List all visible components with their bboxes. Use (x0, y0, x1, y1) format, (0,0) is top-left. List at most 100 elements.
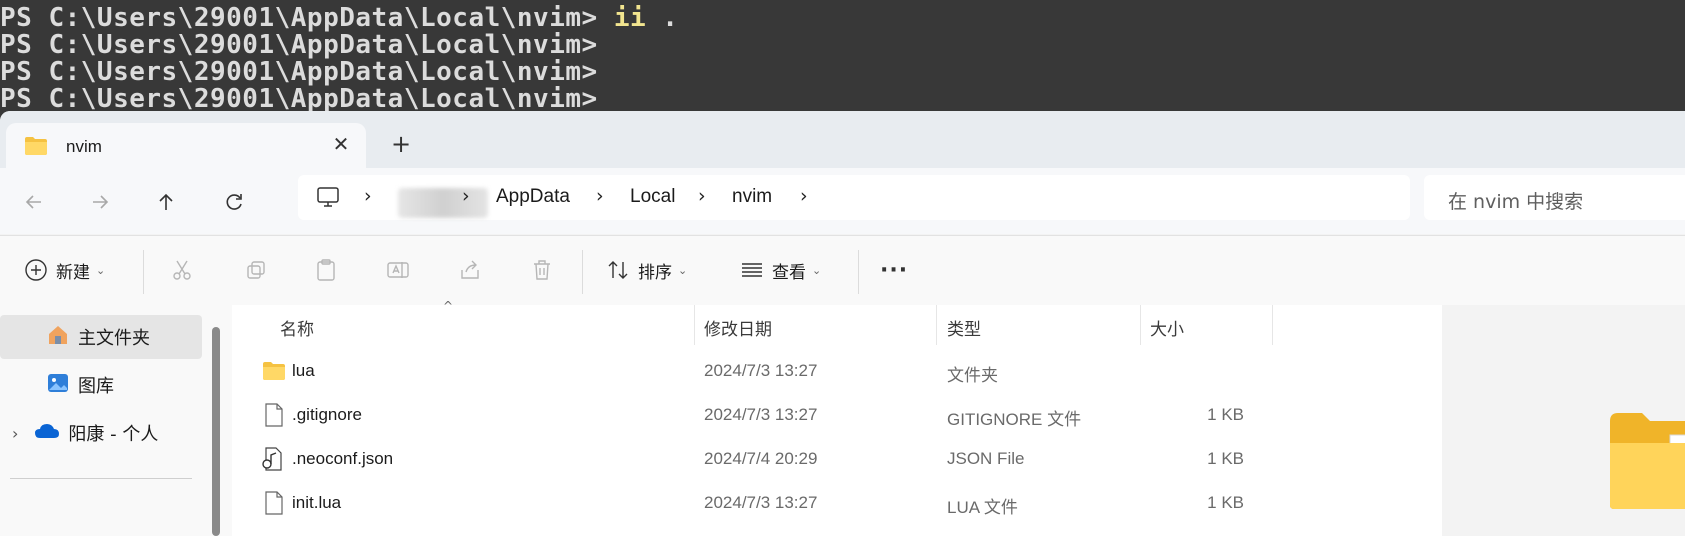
address-bar[interactable]: › › AppData › Local › nvim › (298, 175, 1410, 220)
trash-icon (534, 260, 550, 280)
file-size: 1 KB (1207, 493, 1244, 512)
main-area: 主文件夹 图库 › 阳康 - 个人 ^ 名称 修改日期 类型 大小 lua 20… (0, 299, 1685, 536)
breadcrumb-separator[interactable]: › (800, 185, 808, 207)
divider (858, 250, 859, 294)
home-icon (46, 323, 70, 351)
forward-button[interactable] (80, 182, 120, 222)
sort-button[interactable]: 排序 ⌄ (606, 250, 687, 290)
breadcrumb-separator[interactable]: › (596, 185, 604, 207)
column-header-row: ^ 名称 修改日期 类型 大小 (232, 299, 1442, 345)
new-tab-button[interactable]: + (388, 131, 414, 157)
chevron-down-icon: ⌄ (812, 263, 822, 277)
column-divider[interactable] (1140, 305, 1141, 345)
table-row[interactable]: lua 2024/7/3 13:27 文件夹 (232, 349, 1442, 393)
paste-button[interactable] (314, 250, 338, 290)
back-button[interactable] (14, 182, 54, 222)
chevron-down-icon: ⌄ (96, 263, 106, 277)
breadcrumb-appdata[interactable]: AppData (496, 186, 570, 208)
sort-ascending-icon: ^ (443, 299, 454, 313)
file-explorer-window: nvim ✕ + › › AppData › Local › nvim › 在 … (0, 111, 1685, 536)
column-header-size[interactable]: 大小 (1150, 315, 1184, 340)
breadcrumb-user-blurred[interactable] (398, 188, 488, 218)
file-type: GITIGNORE 文件 (947, 410, 1082, 429)
breadcrumb-separator[interactable]: › (698, 185, 706, 207)
column-header-modified[interactable]: 修改日期 (704, 315, 772, 340)
terminal-command: ii (597, 3, 647, 33)
cut-button[interactable] (170, 250, 194, 290)
divider (143, 250, 144, 294)
gallery-icon (46, 371, 70, 399)
sidebar-item-label: 图库 (78, 376, 114, 397)
search-input[interactable]: 在 nvim 中搜索 (1448, 187, 1583, 214)
sidebar-scrollbar[interactable] (212, 327, 220, 536)
up-button[interactable] (146, 182, 186, 222)
new-button[interactable]: 新建 ⌄ (24, 250, 105, 290)
column-header-type[interactable]: 类型 (947, 315, 981, 340)
more-options-button[interactable]: ··· (880, 250, 908, 290)
delete-button[interactable] (530, 250, 554, 290)
file-list: ^ 名称 修改日期 类型 大小 lua 2024/7/3 13:27 文件夹 .… (232, 299, 1442, 536)
file-size: 1 KB (1207, 405, 1244, 424)
share-button[interactable] (458, 250, 482, 290)
table-row[interactable]: .neoconf.json 2024/7/4 20:29 JSON File 1… (232, 437, 1442, 481)
breadcrumb-separator[interactable]: › (364, 185, 372, 207)
file-icon (264, 491, 284, 519)
folder-preview-icon (1608, 409, 1685, 513)
terminal-prompt: PS C:\Users\29001\AppData\Local\nvim> (0, 84, 598, 114)
table-row[interactable]: init.lua 2024/7/3 13:27 LUA 文件 1 KB (232, 481, 1442, 525)
sidebar-item-onedrive[interactable]: › 阳康 - 个人 (0, 411, 202, 455)
folder-icon (262, 361, 286, 385)
terminal-line: PS C:\Users\29001\AppData\Local\nvim> (0, 58, 598, 86)
file-name: init.lua (292, 493, 342, 512)
close-tab-icon[interactable]: ✕ (328, 131, 354, 157)
tab-title: nvim (66, 137, 102, 156)
file-name: .neoconf.json (292, 449, 394, 468)
folder-icon (24, 136, 48, 160)
search-box[interactable]: 在 nvim 中搜索 (1424, 175, 1685, 220)
table-row[interactable]: .gitignore 2024/7/3 13:27 GITIGNORE 文件 1… (232, 393, 1442, 437)
sort-icon (608, 261, 628, 279)
terminal-line: PS C:\Users\29001\AppData\Local\nvim> (0, 85, 598, 113)
sidebar-item-label: 阳康 - 个人 (68, 424, 159, 445)
column-divider[interactable] (694, 305, 695, 345)
file-type: JSON File (947, 449, 1025, 468)
navigation-pane: 主文件夹 图库 › 阳康 - 个人 (0, 305, 232, 536)
breadcrumb-nvim[interactable]: nvim (732, 186, 772, 208)
sidebar-item-home[interactable]: 主文件夹 (0, 315, 202, 359)
copy-icon (247, 261, 265, 279)
terminal-line: PS C:\Users\29001\AppData\Local\nvim> ii… (0, 4, 678, 32)
divider (582, 250, 583, 294)
terminal-line: PS C:\Users\29001\AppData\Local\nvim> (0, 31, 598, 59)
view-button[interactable]: 查看 ⌄ (740, 250, 821, 290)
rename-button[interactable] (386, 250, 410, 290)
chevron-right-icon[interactable]: › (12, 424, 18, 443)
breadcrumb-separator[interactable]: › (462, 185, 470, 207)
file-name: lua (292, 361, 315, 380)
column-header-name[interactable]: 名称 (280, 315, 314, 340)
arrow-up-icon (159, 193, 173, 210)
preview-pane (1442, 305, 1685, 536)
clipboard-icon (317, 259, 335, 281)
onedrive-icon (34, 421, 60, 445)
list-view-icon (742, 263, 762, 277)
share-icon (461, 260, 479, 279)
terminal-window: PS C:\Users\29001\AppData\Local\nvim> ii… (0, 0, 1685, 115)
file-modified: 2024/7/4 20:29 (704, 449, 818, 468)
file-type: 文件夹 (947, 366, 998, 385)
file-modified: 2024/7/3 13:27 (704, 361, 818, 380)
terminal-prompt: PS C:\Users\29001\AppData\Local\nvim> (0, 30, 598, 60)
sidebar-divider (10, 478, 192, 479)
tab-nvim[interactable]: nvim ✕ (6, 123, 366, 169)
file-size: 1 KB (1207, 449, 1244, 468)
copy-button[interactable] (244, 250, 268, 290)
column-divider[interactable] (1272, 305, 1273, 345)
column-divider[interactable] (936, 305, 937, 345)
sidebar-item-gallery[interactable]: 图库 (0, 363, 202, 407)
view-button-label: 查看 (772, 262, 806, 283)
sidebar-item-label: 主文件夹 (78, 328, 150, 349)
refresh-button[interactable] (214, 182, 254, 222)
breadcrumb-local[interactable]: Local (630, 186, 675, 208)
terminal-prompt: PS C:\Users\29001\AppData\Local\nvim> (0, 57, 598, 87)
more-icon: ··· (880, 257, 909, 283)
scissors-icon (173, 260, 191, 280)
